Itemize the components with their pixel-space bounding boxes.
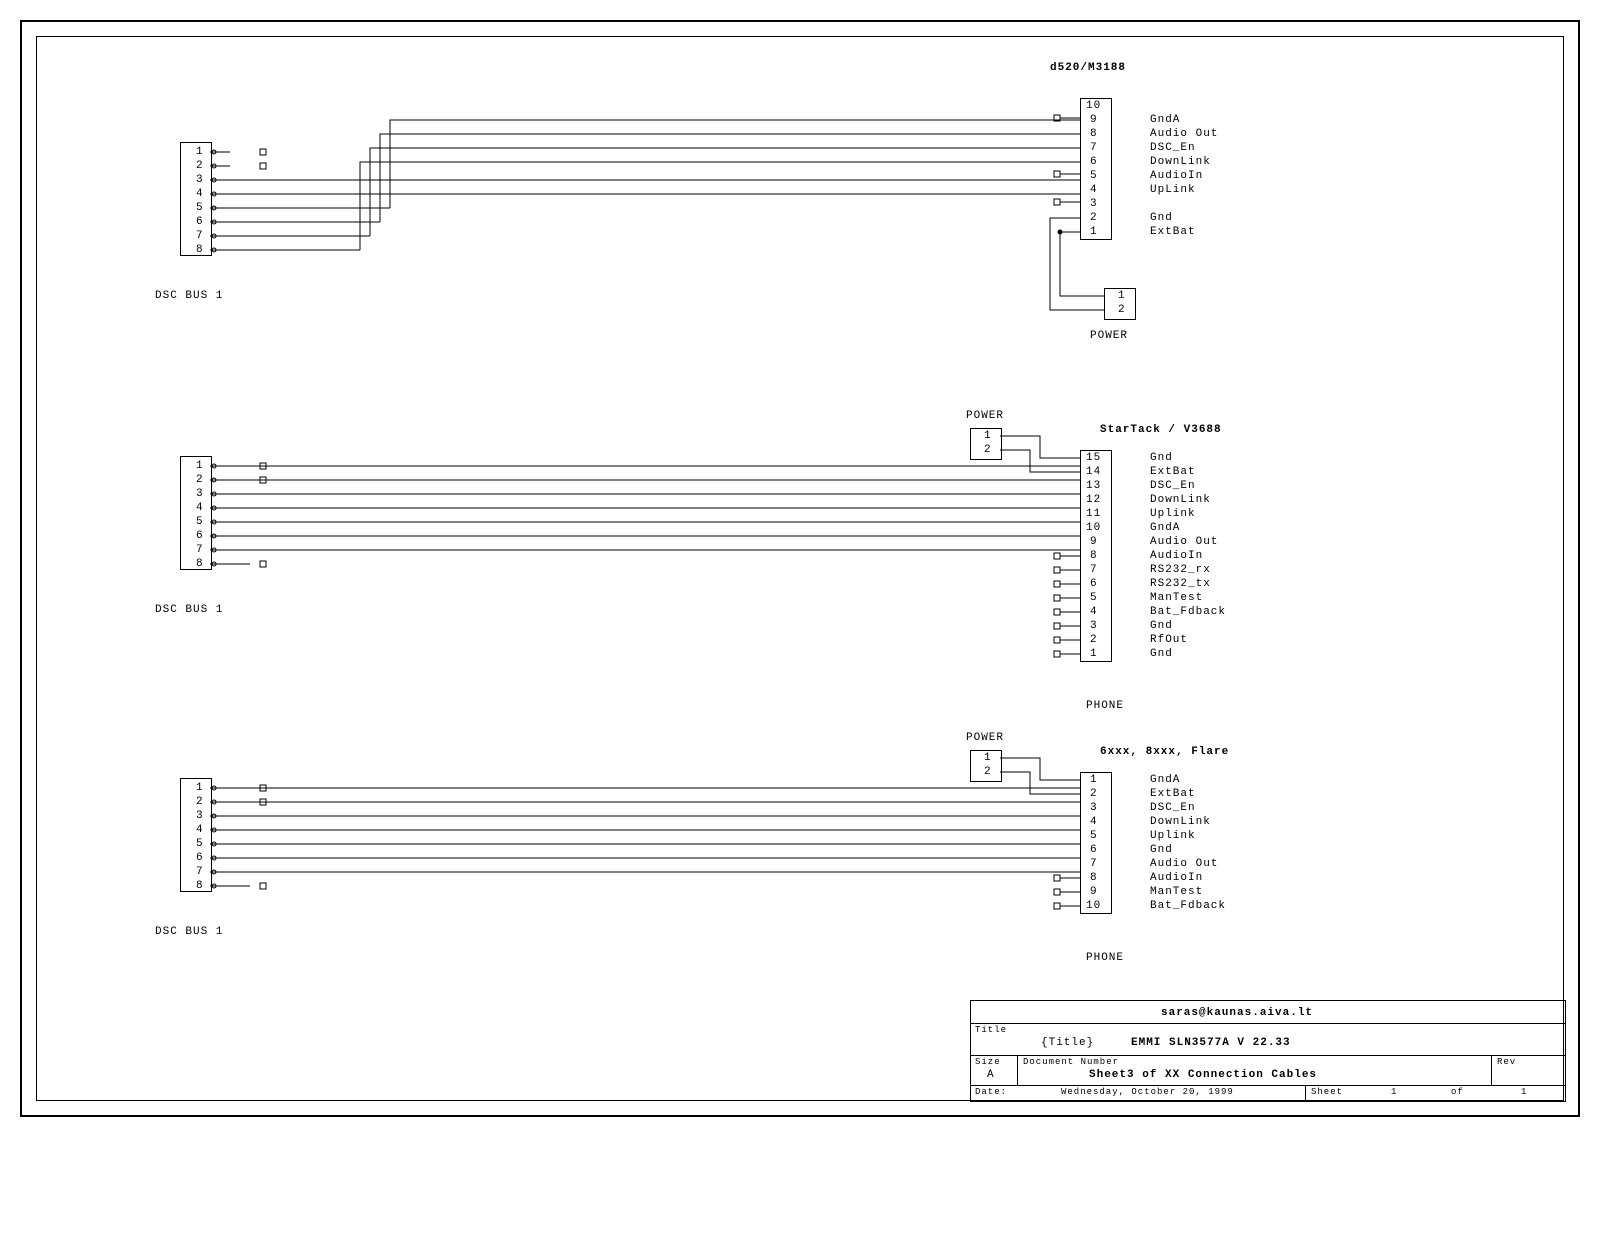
sheet-total: 1 (1521, 1087, 1527, 1097)
doc-value: Sheet3 of XX Connection Cables (1089, 1069, 1317, 1081)
title-block: saras@kaunas.aiva.lt Title {Title} EMMI … (970, 1000, 1566, 1102)
doc-label: Document Number (1023, 1057, 1119, 1067)
sheet-label: Sheet (1311, 1087, 1343, 1097)
date-label: Date: (975, 1087, 1007, 1097)
of-label: of (1451, 1087, 1464, 1097)
rev-label: Rev (1497, 1057, 1516, 1067)
title-label: Title (975, 1025, 1007, 1035)
title-prefix: {Title} (1041, 1037, 1094, 1049)
sheet-num: 1 (1391, 1087, 1397, 1097)
size-value: A (987, 1069, 995, 1081)
date-value: Wednesday, October 20, 1999 (1061, 1087, 1234, 1097)
title-text: EMMI SLN3577A V 22.33 (1131, 1037, 1291, 1049)
size-label: Size (975, 1057, 1001, 1067)
title-block-email: saras@kaunas.aiva.lt (1161, 1007, 1313, 1019)
